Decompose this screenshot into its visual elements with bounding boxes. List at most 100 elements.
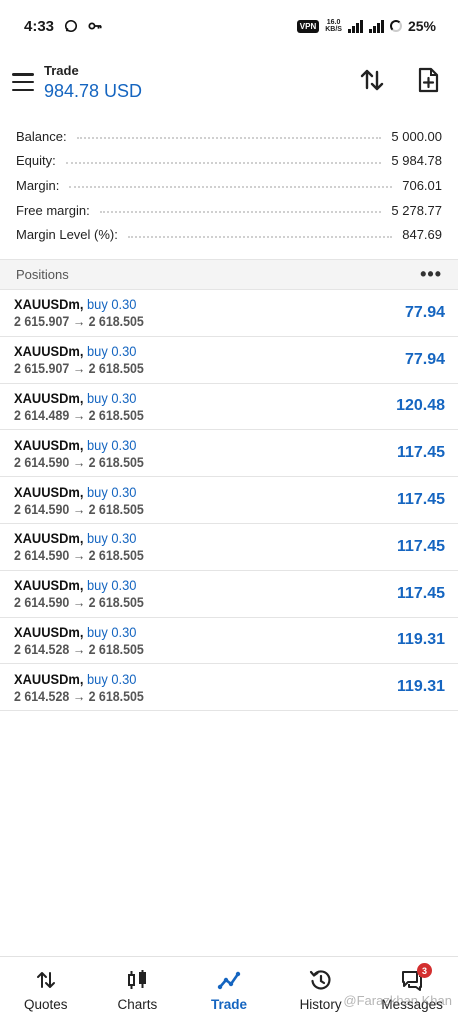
summary-value: 847.69 — [402, 227, 442, 243]
position-prices: 2 615.907 → 2 618.505 — [14, 361, 144, 377]
signal-icon — [347, 19, 363, 33]
summary-value: 706.01 — [402, 177, 442, 193]
position-row[interactable]: XAUUSDm, buy 0.30 2 614.590 → 2 618.505 11… — [0, 524, 458, 571]
signal-icon-2 — [368, 19, 384, 33]
summary-value: 5 000.00 — [391, 128, 442, 144]
status-time: 4:33 — [24, 17, 55, 35]
history-icon — [309, 970, 331, 990]
position-type: buy 0.30 — [87, 577, 137, 594]
status-left: 4:33 — [24, 18, 102, 35]
position-info: XAUUSDm, buy 0.30 2 614.590 → 2 618.505 — [14, 437, 155, 470]
position-title: XAUUSDm, buy 0.30 — [14, 530, 144, 546]
net-speed: 16.0 KB/S — [325, 19, 342, 33]
position-type: buy 0.30 — [87, 483, 137, 500]
position-profit: 117.45 — [396, 537, 445, 555]
position-type: buy 0.30 — [87, 343, 137, 360]
nav-charts[interactable]: Charts — [92, 957, 184, 1024]
menu-icon[interactable] — [12, 73, 34, 91]
position-type: buy 0.30 — [87, 389, 137, 406]
position-title: XAUUSDm, buy 0.30 — [14, 296, 144, 312]
position-symbol: XAUUSDm, — [14, 623, 84, 640]
battery-percent: 25% — [407, 18, 436, 34]
position-symbol: XAUUSDm, — [14, 483, 84, 500]
position-row[interactable]: XAUUSDm, buy 0.30 2 614.528 → 2 618.505 11… — [0, 664, 458, 712]
position-symbol: XAUUSDm, — [14, 670, 84, 687]
position-prices: 2 614.590 → 2 618.505 — [14, 501, 144, 517]
position-title: XAUUSDm, buy 0.30 — [14, 484, 144, 500]
profit-total: 984.78 USD — [44, 80, 143, 101]
position-row[interactable]: XAUUSDm, buy 0.30 2 615.907 → 2 618.505 77… — [0, 290, 458, 337]
position-info: XAUUSDm, buy 0.30 2 615.907 → 2 618.505 — [14, 296, 155, 329]
position-profit: 77.94 — [404, 303, 445, 321]
nav-trade-label: Trade — [210, 997, 247, 1012]
positions-title: Positions — [16, 266, 69, 282]
position-prices: 2 614.590 → 2 618.505 — [14, 454, 144, 470]
nav-quotes[interactable]: Quotes — [0, 957, 92, 1024]
summary-row: Margin: 706.01 — [16, 173, 442, 198]
summary-dots — [65, 161, 382, 164]
more-options-icon[interactable]: ••• — [420, 265, 442, 283]
vpn-badge: VPN — [296, 19, 320, 33]
position-row[interactable]: XAUUSDm, buy 0.30 2 614.528 → 2 618.505 11… — [0, 618, 458, 665]
summary-row: Margin Level (%): 847.69 — [16, 222, 442, 247]
nav-trade[interactable]: Trade — [183, 957, 275, 1024]
position-row[interactable]: XAUUSDm, buy 0.30 2 615.907 → 2 618.505 77… — [0, 337, 458, 384]
position-info: XAUUSDm, buy 0.30 2 614.489 → 2 618.505 — [14, 390, 155, 423]
position-row[interactable]: XAUUSDm, buy 0.30 2 614.590 → 2 618.505 11… — [0, 477, 458, 524]
position-title: XAUUSDm, buy 0.30 — [14, 437, 144, 453]
app-header: Trade 984.78 USD — [0, 52, 458, 112]
position-info: XAUUSDm, buy 0.30 2 614.528 → 2 618.505 — [14, 671, 155, 704]
header-actions — [358, 66, 442, 94]
trade-icon — [217, 971, 241, 990]
position-prices: 2 614.528 → 2 618.505 — [14, 641, 144, 657]
position-type: buy 0.30 — [87, 623, 137, 640]
summary-dots — [99, 211, 382, 214]
summary-row: Balance: 5 000.00 — [16, 124, 442, 149]
summary-label: Free margin: — [16, 202, 90, 218]
position-profit: 117.45 — [396, 491, 445, 509]
summary-row: Equity: 5 984.78 — [16, 149, 442, 174]
status-right: VPN 16.0 KB/S 25% — [296, 18, 436, 34]
summary-label: Equity: — [16, 153, 56, 169]
positions-list: XAUUSDm, buy 0.30 2 615.907 → 2 618.505 77… — [0, 290, 458, 712]
position-info: XAUUSDm, buy 0.30 2 614.590 → 2 618.505 — [14, 484, 155, 517]
nav-messages-label: Messages — [381, 997, 443, 1012]
position-info: XAUUSDm, buy 0.30 2 615.907 → 2 618.505 — [14, 343, 155, 376]
summary-value: 5 278.77 — [391, 202, 442, 218]
position-profit: 117.45 — [396, 444, 445, 462]
page-title: Trade — [44, 62, 79, 78]
position-prices: 2 614.590 → 2 618.505 — [14, 595, 144, 611]
status-bar: 4:33 VPN 16.0 KB/S 25% — [0, 0, 458, 52]
position-row[interactable]: XAUUSDm, buy 0.30 2 614.590 → 2 618.505 11… — [0, 430, 458, 478]
whatsapp-icon — [64, 19, 78, 33]
title-block: Trade 984.78 USD — [44, 63, 142, 102]
position-title: XAUUSDm, buy 0.30 — [14, 343, 144, 359]
bottom-nav: Quotes Charts Trade History 3 Messages — [0, 956, 458, 1024]
position-title: XAUUSDm, buy 0.30 — [14, 671, 144, 687]
summary-dots — [127, 235, 393, 238]
position-type: buy 0.30 — [87, 296, 137, 313]
position-row[interactable]: XAUUSDm, buy 0.30 2 614.489 → 2 618.505 12… — [0, 384, 458, 431]
position-row[interactable]: XAUUSDm, buy 0.30 2 614.590 → 2 618.505 11… — [0, 571, 458, 618]
position-profit: 119.31 — [396, 678, 445, 696]
new-order-icon[interactable] — [414, 66, 442, 94]
position-info: XAUUSDm, buy 0.30 2 614.590 → 2 618.505 — [14, 530, 155, 563]
key-icon — [88, 22, 102, 30]
sort-arrows-icon[interactable] — [358, 66, 386, 94]
nav-messages[interactable]: 3 Messages — [366, 957, 458, 1024]
positions-header: Positions ••• — [0, 258, 458, 290]
position-info: XAUUSDm, buy 0.30 2 614.590 → 2 618.505 — [14, 577, 155, 610]
net-speed-value: 16.0 — [326, 19, 341, 26]
account-summary: Balance: 5 000.00 Equity: 5 984.78 Margin: 70… — [0, 112, 458, 251]
position-title: XAUUSDm, buy 0.30 — [14, 577, 144, 593]
position-info: XAUUSDm, buy 0.30 2 614.528 → 2 618.505 — [14, 624, 155, 657]
nav-charts-label: Charts — [117, 997, 158, 1012]
nav-history[interactable]: History — [275, 957, 367, 1024]
messages-badge: 3 — [416, 963, 432, 978]
position-symbol: XAUUSDm, — [14, 530, 84, 547]
position-type: buy 0.30 — [87, 530, 137, 547]
position-symbol: XAUUSDm, — [14, 296, 84, 313]
position-prices: 2 614.528 → 2 618.505 — [14, 688, 144, 704]
position-profit: 77.94 — [404, 350, 445, 368]
position-profit: 117.45 — [396, 584, 445, 602]
